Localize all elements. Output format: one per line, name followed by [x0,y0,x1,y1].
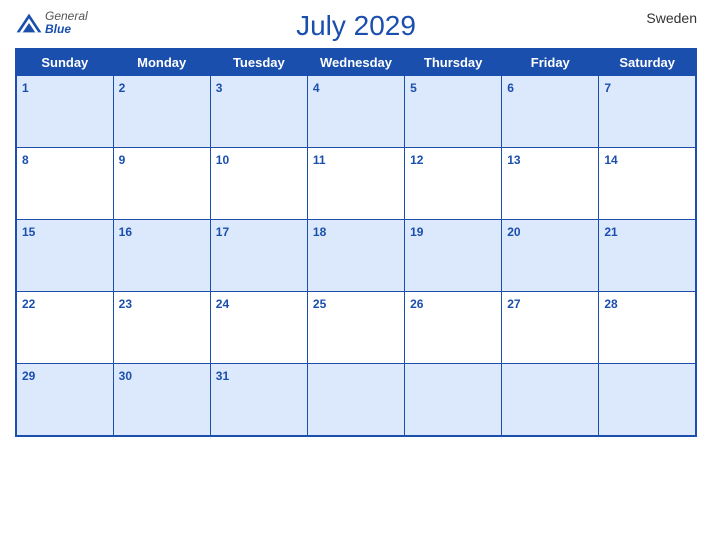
day-cell: 11 [307,148,404,220]
calendar-body: 1234567891011121314151617181920212223242… [16,76,696,436]
day-cell: 13 [502,148,599,220]
day-number-10: 10 [216,153,229,167]
calendar-title: July 2029 [296,10,416,42]
day-cell: 30 [113,364,210,436]
day-number-28: 28 [604,297,617,311]
day-cell: 8 [16,148,113,220]
day-cell: 21 [599,220,696,292]
week-row-1: 1 2 3 4 5 6 7 [16,76,696,148]
day-number-23: 23 [119,297,132,311]
country-label: Sweden [646,10,697,26]
day-number-1: 1 [22,81,29,95]
day-number-21: 21 [604,225,617,239]
day-number-29: 29 [22,369,35,383]
day-cell: 28 [599,292,696,364]
day-number-25: 25 [313,297,326,311]
day-number-18: 18 [313,225,326,239]
day-number-31: 31 [216,369,229,383]
day-number-19: 19 [410,225,423,239]
day-number-15: 15 [22,225,35,239]
header-saturday: Saturday [599,49,696,76]
calendar-grid: Sunday Monday Tuesday Wednesday Thursday… [15,48,697,437]
day-number-2: 2 [119,81,126,95]
day-cell: 14 [599,148,696,220]
day-cell: 5 [405,76,502,148]
day-cell [307,364,404,436]
header-sunday: Sunday [16,49,113,76]
day-cell: 12 [405,148,502,220]
logo-row: General Blue [15,10,88,36]
day-number-12: 12 [410,153,423,167]
header-thursday: Thursday [405,49,502,76]
header-monday: Monday [113,49,210,76]
day-number-14: 14 [604,153,617,167]
day-cell: 15 [16,220,113,292]
day-cell: 16 [113,220,210,292]
day-cell: 3 [210,76,307,148]
day-cell [502,364,599,436]
day-number-4: 4 [313,81,320,95]
day-cell: 4 [307,76,404,148]
day-number-30: 30 [119,369,132,383]
day-cell: 23 [113,292,210,364]
day-number-27: 27 [507,297,520,311]
day-number-24: 24 [216,297,229,311]
day-number-17: 17 [216,225,229,239]
calendar-header: General Blue July 2029 Sweden [15,10,697,42]
calendar-wrapper: General Blue July 2029 Sweden Sunday Mon… [0,0,712,550]
week-row-2: 8 9 10 11 12 13 14 [16,148,696,220]
day-cell: 22 [16,292,113,364]
day-number-7: 7 [604,81,611,95]
day-number-6: 6 [507,81,514,95]
day-number-9: 9 [119,153,126,167]
day-cell: 10 [210,148,307,220]
day-cell: 19 [405,220,502,292]
day-cell: 17 [210,220,307,292]
week-row-5: 29 30 31 [16,364,696,436]
day-cell [405,364,502,436]
day-cell: 31 [210,364,307,436]
day-cell [599,364,696,436]
day-number-13: 13 [507,153,520,167]
header-tuesday: Tuesday [210,49,307,76]
day-cell: 20 [502,220,599,292]
day-cell: 18 [307,220,404,292]
day-number-8: 8 [22,153,29,167]
day-number-26: 26 [410,297,423,311]
header-friday: Friday [502,49,599,76]
day-number-22: 22 [22,297,35,311]
logo-area: General Blue [15,10,88,36]
day-cell: 9 [113,148,210,220]
day-number-16: 16 [119,225,132,239]
weekday-header-row: Sunday Monday Tuesday Wednesday Thursday… [16,49,696,76]
day-number-11: 11 [313,153,326,167]
day-number-3: 3 [216,81,223,95]
logo-blue-text: Blue [45,23,88,36]
week-row-3: 15 16 17 18 19 20 21 [16,220,696,292]
day-cell: 29 [16,364,113,436]
day-cell: 6 [502,76,599,148]
week-row-4: 22 23 24 25 26 27 28 [16,292,696,364]
day-cell: 27 [502,292,599,364]
day-number-5: 5 [410,81,417,95]
day-cell: 25 [307,292,404,364]
generalblue-logo-icon [15,12,43,34]
day-cell: 1 [16,76,113,148]
day-cell: 24 [210,292,307,364]
day-cell: 2 [113,76,210,148]
day-number-20: 20 [507,225,520,239]
day-cell: 26 [405,292,502,364]
header-wednesday: Wednesday [307,49,404,76]
day-cell: 7 [599,76,696,148]
